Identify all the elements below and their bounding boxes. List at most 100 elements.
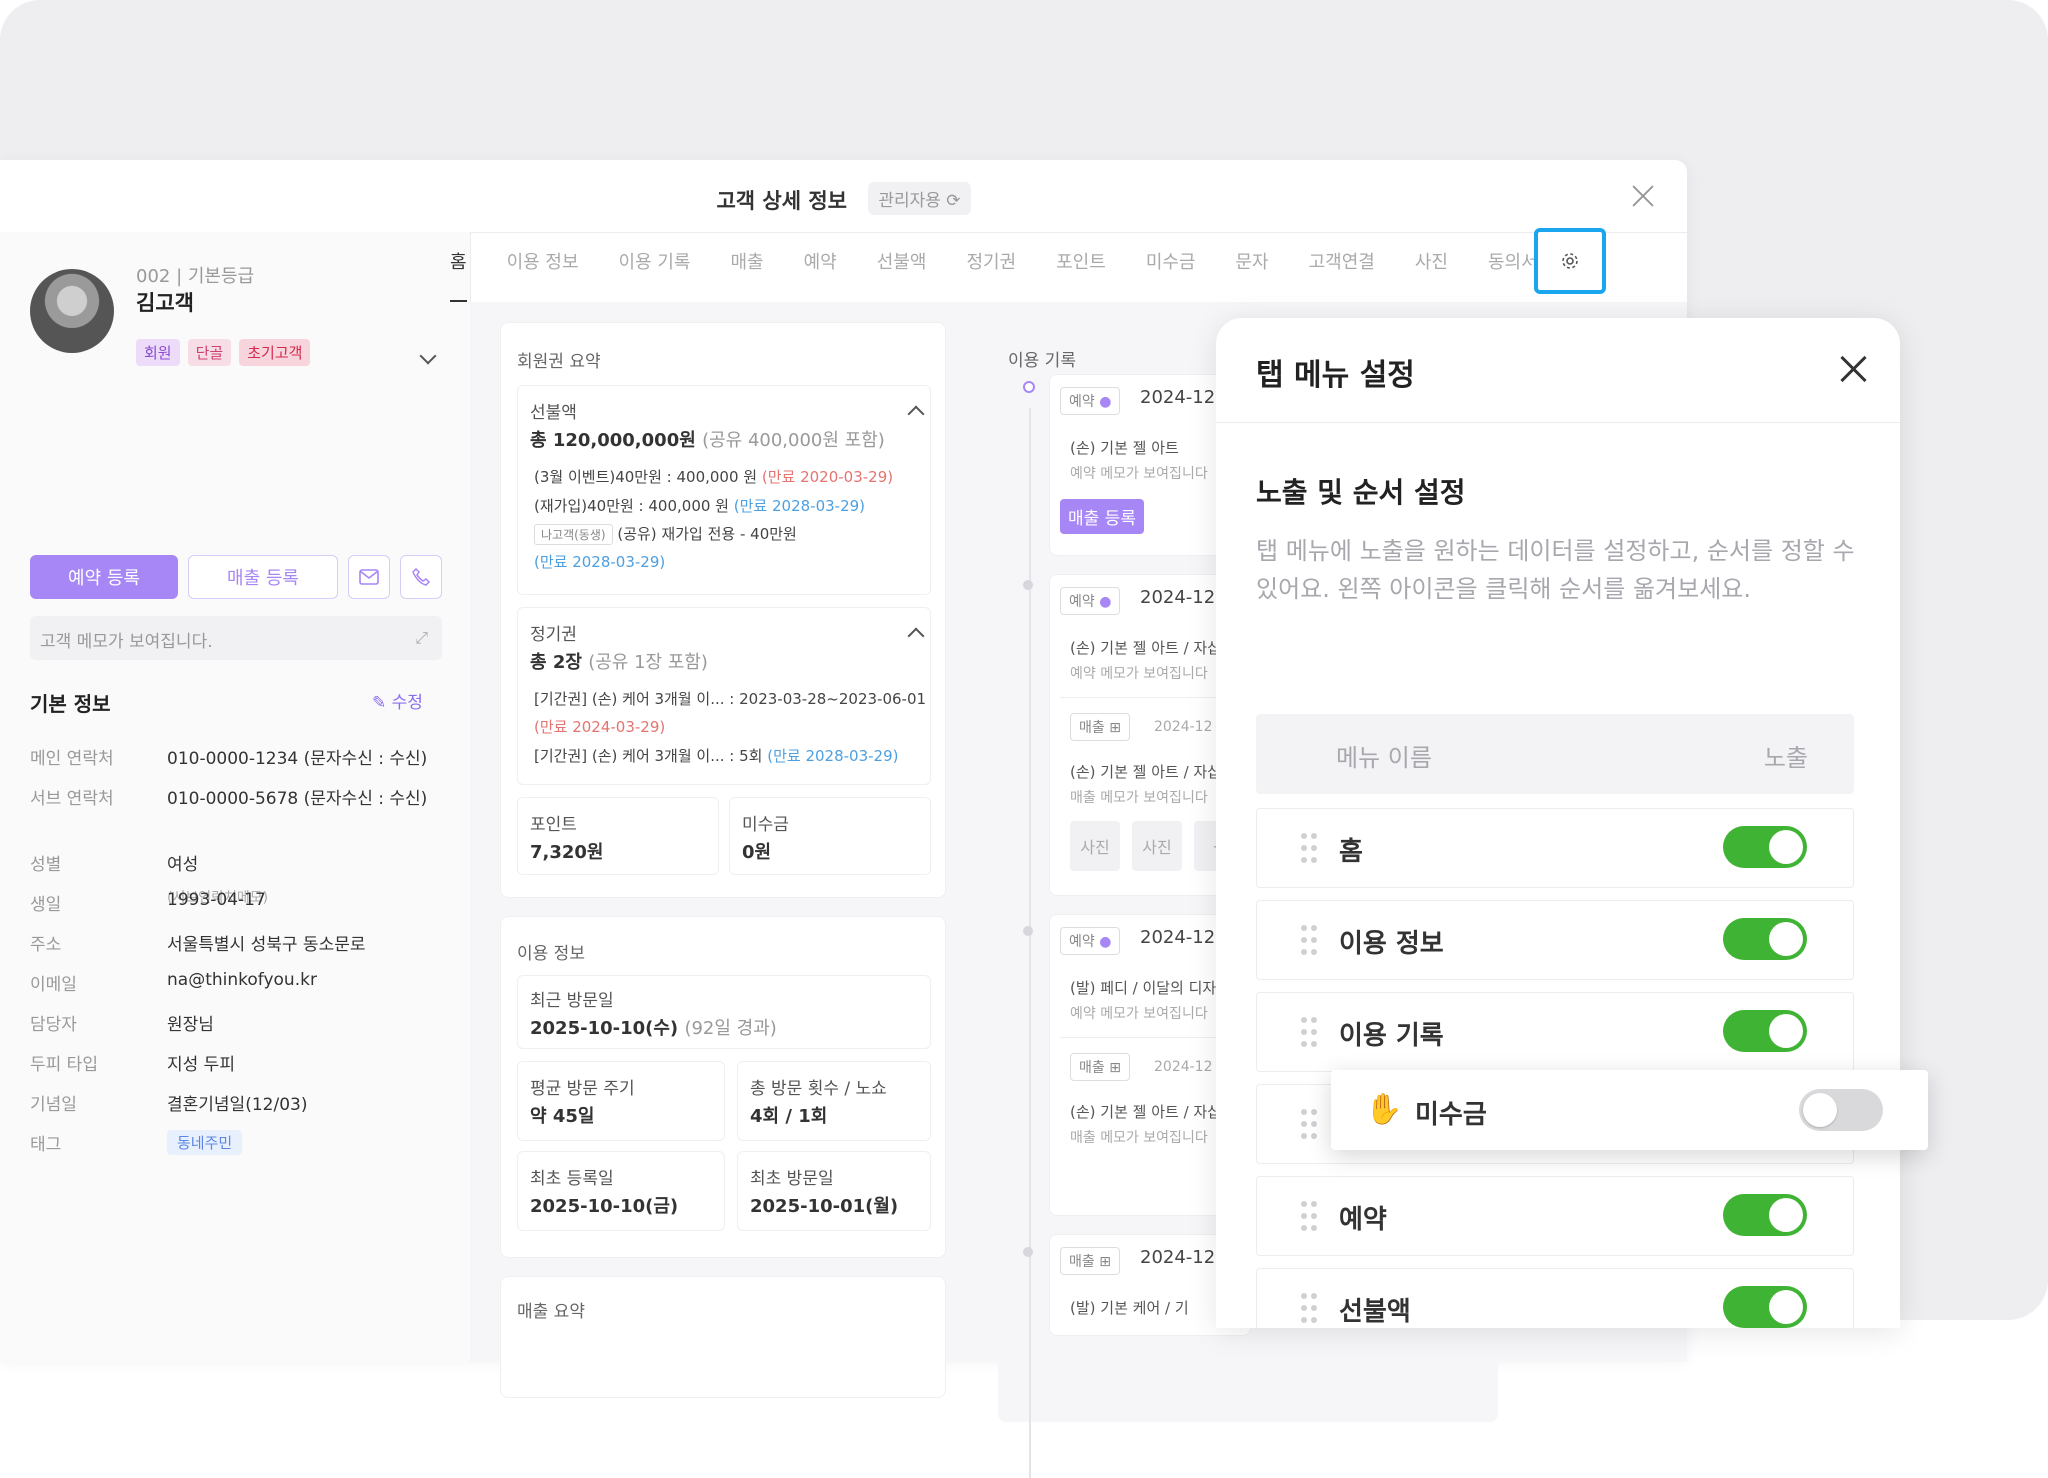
record-text: (손) 기본 젤 아트 / 자삽 (1070, 1103, 1221, 1121)
customer-name: 김고객 (136, 291, 194, 315)
tab-point[interactable]: 포인트 (1036, 232, 1126, 302)
visit-cycle-box: 평균 방문 주기 약 45일 (517, 1061, 725, 1141)
membership-summary-card: 회원권 요약 선불액 총 120,000,000원 (공유 400,000원 포… (500, 322, 946, 898)
chevron-up-icon[interactable] (907, 627, 925, 645)
pin-icon: ● (1099, 594, 1112, 610)
visit-cycle-label: 평균 방문 주기 (530, 1079, 635, 1099)
tab-customer-link[interactable]: 고객연결 (1289, 232, 1395, 302)
recent-visit-label: 최근 방문일 (530, 991, 614, 1011)
record-badge: 매출 ⊞ (1060, 1247, 1120, 1275)
prepaid-line-3-exp: (만료 2028-03-29) (534, 553, 666, 571)
drag-handle-icon[interactable] (1301, 1293, 1319, 1323)
expand-icon[interactable]: ⤢ (415, 628, 428, 648)
tab-prepaid[interactable]: 선불액 (857, 232, 947, 302)
tab-settings-button[interactable] (1534, 228, 1606, 294)
basic-info-title: 기본 정보 (30, 692, 111, 716)
timeline-line (1029, 408, 1031, 1478)
tab-unpaid[interactable]: 미수금 (1126, 232, 1216, 302)
drag-handle-icon[interactable] (1301, 1109, 1319, 1139)
tab-sms[interactable]: 문자 (1216, 232, 1289, 302)
chevron-down-icon[interactable] (419, 347, 437, 365)
menu-row-label: 미수금 (1415, 1100, 1487, 1130)
pass-box: 정기권 총 2장 (공유 1장 포함) [기간권] (손) 케어 3개월 이..… (517, 607, 931, 785)
prepaid-line-2-text: (재가입)40만원 : 400,000 원 (534, 497, 729, 515)
info-label: 생일 (30, 895, 62, 915)
tab-menu-settings-panel: 탭 메뉴 설정 노출 및 순서 설정 탭 메뉴에 노출을 원하는 데이터를 설정… (1216, 318, 1900, 1328)
record-date: 2024-12- (1140, 587, 1222, 608)
record-date: 2024-12- (1140, 1247, 1222, 1268)
info-value: 결혼기념일(12/03) (167, 1095, 308, 1115)
record-memo: 매출 메모가 보여집니다 (1070, 1130, 1208, 1146)
tab-usage-info[interactable]: 이용 정보 (487, 232, 599, 302)
refresh-icon: ⟳ (946, 191, 961, 211)
tab-pass[interactable]: 정기권 (946, 232, 1036, 302)
record-sales-register-button[interactable]: 매출 등록 (1060, 499, 1144, 534)
visibility-toggle[interactable] (1723, 1286, 1807, 1328)
dragging-menu-row-unpaid[interactable]: ✋ 미수금 (1331, 1070, 1928, 1150)
reserve-button[interactable]: 예약 등록 (30, 555, 178, 599)
tab-reservation[interactable]: 예약 (784, 232, 857, 302)
prepaid-line-2-exp: (만료 2028-03-29) (733, 497, 866, 515)
edit-button[interactable]: ✎ 수정 (372, 688, 423, 713)
info-value: 010-0000-1234 (문자수신 : 수신) (167, 749, 428, 769)
visibility-toggle[interactable] (1723, 918, 1807, 960)
menu-row-usage-info: 이용 정보 (1256, 900, 1854, 980)
drag-handle-icon[interactable] (1301, 833, 1319, 863)
phone-icon (412, 568, 430, 586)
info-value: 010-0000-5678 (문자수신 : 수신) (167, 789, 428, 809)
photo-thumb[interactable]: 사진 (1132, 821, 1182, 871)
tab-photo[interactable]: 사진 (1395, 232, 1468, 302)
admin-mode-chip[interactable]: 관리자용 ⟳ (868, 182, 971, 215)
info-label: 담당자 (30, 1015, 77, 1035)
drag-handle-icon[interactable] (1301, 925, 1319, 955)
visibility-toggle[interactable] (1723, 1010, 1807, 1052)
photo-thumb[interactable]: 사진 (1070, 821, 1120, 871)
record-badge-label: 예약 (1069, 394, 1095, 410)
record-text: (발) 페디 / 이달의 디자 (1070, 979, 1217, 997)
unpaid-box: 미수금 0원 (729, 797, 931, 875)
usage-info-card: 이용 정보 최근 방문일 2025-10-10(수) (92일 경과) 평균 방… (500, 916, 946, 1258)
info-label: 주소 (30, 935, 62, 955)
drag-handle-icon[interactable] (1301, 1201, 1319, 1231)
tab-home[interactable]: 홈 (430, 232, 487, 302)
close-window-button[interactable] (1629, 182, 1657, 210)
visibility-toggle[interactable] (1723, 1194, 1807, 1236)
close-panel-button[interactable] (1838, 354, 1868, 384)
prepaid-box: 선불액 총 120,000,000원 (공유 400,000원 포함) (3월 … (517, 385, 931, 595)
info-label: 태그 (30, 1135, 62, 1155)
phone-button[interactable] (400, 555, 442, 599)
pass-label: 정기권 (530, 625, 577, 645)
tag-pill[interactable]: 동네주민 (167, 1130, 243, 1155)
info-label: 성별 (30, 855, 62, 875)
tab-sales[interactable]: 매출 (711, 232, 784, 302)
customer-sidebar: 002 | 기본등급 김고객 회원 단골 초기고객 예약 등록 매출 등록 고객… (0, 232, 471, 1362)
record-badge: 예약 ● (1060, 927, 1121, 955)
sales-summary-card: 매출 요약 (500, 1276, 946, 1398)
sales-register-button[interactable]: 매출 등록 (188, 555, 338, 599)
menu-row-label: 선불액 (1339, 1297, 1411, 1327)
column-menu-name: 메뉴 이름 (1336, 744, 1432, 772)
visibility-toggle[interactable] (1799, 1089, 1883, 1131)
record-badge-label: 매출 (1069, 1254, 1095, 1270)
pass-line-1-exp: (만료 2024-03-29) (534, 718, 666, 736)
prepaid-line-1-exp: (만료 2020-03-29) (761, 468, 894, 486)
record-badge-label: 예약 (1069, 594, 1095, 610)
window-title-area: 고객 상세 정보 관리자용 ⟳ (0, 182, 1687, 215)
menu-row-usage-history: 이용 기록 (1256, 992, 1854, 1072)
info-label: 이메일 (30, 975, 77, 995)
point-label: 포인트 (530, 815, 577, 835)
record-memo: 예약 메모가 보여집니다 (1070, 466, 1208, 482)
tab-usage-history[interactable]: 이용 기록 (599, 232, 711, 302)
panel-title: 탭 메뉴 설정 (1256, 358, 1415, 393)
membership-summary-title: 회원권 요약 (517, 352, 601, 372)
prepaid-line-2: (재가입)40만원 : 400,000 원 (만료 2028-03-29) (534, 495, 865, 516)
record-date: 2024-12 (1154, 1059, 1213, 1075)
grab-hand-icon[interactable]: ✋ (1365, 1092, 1402, 1127)
mail-button[interactable] (348, 555, 390, 599)
drag-handle-icon[interactable] (1301, 1017, 1319, 1047)
customer-memo[interactable]: 고객 메모가 보여집니다. ⤢ (30, 616, 442, 660)
visibility-toggle[interactable] (1723, 826, 1807, 868)
chevron-up-icon[interactable] (907, 405, 925, 423)
record-memo: 매출 메모가 보여집니다 (1070, 790, 1208, 806)
point-box: 포인트 7,320원 (517, 797, 719, 875)
